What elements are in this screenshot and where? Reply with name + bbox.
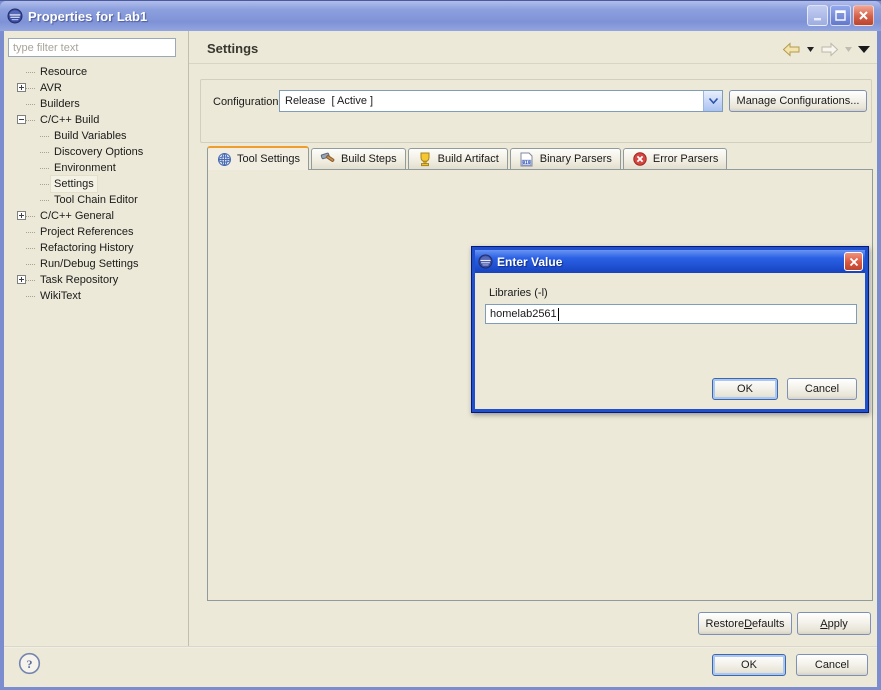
properties-tree: ResourceAVRBuildersC/C++ BuildBuild Vari… <box>4 64 187 304</box>
properties-tree-item[interactable]: C/C++ General <box>4 208 187 224</box>
properties-tree-item[interactable]: C/C++ Build <box>4 112 187 128</box>
value-input[interactable]: homelab2561 <box>485 304 857 324</box>
properties-tree-item[interactable]: Environment <box>4 160 187 176</box>
properties-tree-item[interactable]: Discovery Options <box>4 144 187 160</box>
properties-tree-item[interactable]: Task Repository <box>4 272 187 288</box>
properties-tree-item[interactable]: Resource <box>4 64 187 80</box>
eclipse-logo-icon <box>478 254 493 269</box>
binary-icon: 010 <box>519 152 535 167</box>
apply-button[interactable]: Apply <box>797 612 871 635</box>
manage-configurations-button[interactable]: Manage Configurations... <box>729 90 867 112</box>
tab-label: Build Steps <box>341 153 397 165</box>
error-icon <box>632 152 648 166</box>
text-caret <box>558 308 559 321</box>
expand-icon <box>17 275 26 284</box>
view-menu-icon[interactable] <box>857 45 871 54</box>
properties-tree-item[interactable]: Build Variables <box>4 128 187 144</box>
ok-button[interactable]: OK <box>712 654 786 676</box>
tree-item-label: Project References <box>37 224 137 240</box>
tab-binary-parsers[interactable]: 010 Binary Parsers <box>510 148 621 169</box>
dialog-body: Libraries (-l) homelab2561 OK Cancel <box>475 273 865 409</box>
svg-text:?: ? <box>27 657 33 671</box>
settings-tabbar: Tool Settings Build Steps Build Artifact 01… <box>207 146 729 170</box>
tree-item-label: WikiText <box>37 288 84 304</box>
properties-tree-item[interactable]: Settings <box>4 176 187 192</box>
tree-item-label: Settings <box>51 176 97 192</box>
forward-icon <box>819 41 840 58</box>
minimize-button[interactable] <box>807 5 828 26</box>
dialog-ok-button[interactable]: OK <box>712 378 778 400</box>
tab-error-parsers[interactable]: Error Parsers <box>623 148 727 169</box>
help-icon[interactable]: ? <box>18 652 41 675</box>
tab-label: Build Artifact <box>438 153 499 165</box>
panel-divider <box>188 31 189 647</box>
cancel-button[interactable]: Cancel <box>796 654 868 676</box>
properties-tree-item[interactable]: Run/Debug Settings <box>4 256 187 272</box>
tree-item-label: Discovery Options <box>51 144 146 160</box>
value-text: homelab2561 <box>490 308 557 320</box>
eclipse-logo-icon <box>7 8 23 24</box>
svg-text:010: 010 <box>523 160 531 166</box>
tree-item-label: Run/Debug Settings <box>37 256 141 272</box>
tree-item-label: Environment <box>51 160 119 176</box>
trophy-icon <box>417 152 433 167</box>
close-button[interactable] <box>853 5 874 26</box>
dialog-titlebar[interactable]: Enter Value <box>475 250 865 273</box>
properties-tree-item[interactable]: AVR <box>4 80 187 96</box>
tree-item-label: C/C++ Build <box>37 112 102 128</box>
tree-item-label: Task Repository <box>37 272 121 288</box>
dialog-close-icon[interactable] <box>844 252 863 271</box>
dialog-title: Enter Value <box>497 255 562 269</box>
enter-value-dialog: Enter Value Libraries (-l) homelab2561 O… <box>471 246 869 413</box>
expand-icon <box>17 83 26 92</box>
properties-window: Properties for Lab1 ResourceAVRBuildersC… <box>0 0 881 690</box>
expand-icon <box>17 211 26 220</box>
forward-menu-icon <box>844 46 853 53</box>
tree-item-label: AVR <box>37 80 65 96</box>
tab-build-artifact[interactable]: Build Artifact <box>408 148 508 169</box>
tool-icon <box>216 152 232 167</box>
back-menu-icon[interactable] <box>806 46 815 53</box>
dialog-field-label: Libraries (-l) <box>489 287 548 299</box>
dialog-cancel-button[interactable]: Cancel <box>787 378 857 400</box>
tree-item-label: Resource <box>37 64 90 80</box>
tab-label: Tool Settings <box>237 153 300 165</box>
tree-item-label: Build Variables <box>51 128 130 144</box>
configuration-group: Configuration: Release [ Active ] Manage… <box>200 79 872 143</box>
configuration-value: Release [ Active ] <box>280 95 703 107</box>
tree-item-label: Builders <box>37 96 83 112</box>
tab-label: Binary Parsers <box>540 153 612 165</box>
properties-tree-item[interactable]: Project References <box>4 224 187 240</box>
header-divider <box>189 63 877 64</box>
tree-item-label: Tool Chain Editor <box>51 192 141 208</box>
hammer-icon <box>320 152 336 166</box>
footer-divider <box>4 646 877 648</box>
properties-tree-item[interactable]: Refactoring History <box>4 240 187 256</box>
filter-input[interactable] <box>8 38 176 57</box>
restore-defaults-button[interactable]: Restore Defaults <box>698 612 792 635</box>
properties-tree-item[interactable]: WikiText <box>4 288 187 304</box>
back-icon[interactable] <box>781 41 802 58</box>
tab-label: Error Parsers <box>653 153 718 165</box>
tree-item-label: C/C++ General <box>37 208 117 224</box>
page-title: Settings <box>207 41 258 56</box>
collapse-icon <box>17 115 26 124</box>
tree-item-label: Refactoring History <box>37 240 137 256</box>
maximize-button[interactable] <box>830 5 851 26</box>
tab-build-steps[interactable]: Build Steps <box>311 148 406 169</box>
chevron-down-icon[interactable] <box>703 91 722 111</box>
properties-tree-item[interactable]: Builders <box>4 96 187 112</box>
configuration-label: Configuration: <box>213 96 282 108</box>
tab-tool-settings[interactable]: Tool Settings <box>207 146 309 170</box>
configuration-select[interactable]: Release [ Active ] <box>279 90 723 112</box>
window-titlebar[interactable]: Properties for Lab1 <box>0 1 881 31</box>
window-title: Properties for Lab1 <box>28 9 147 24</box>
properties-tree-item[interactable]: Tool Chain Editor <box>4 192 187 208</box>
